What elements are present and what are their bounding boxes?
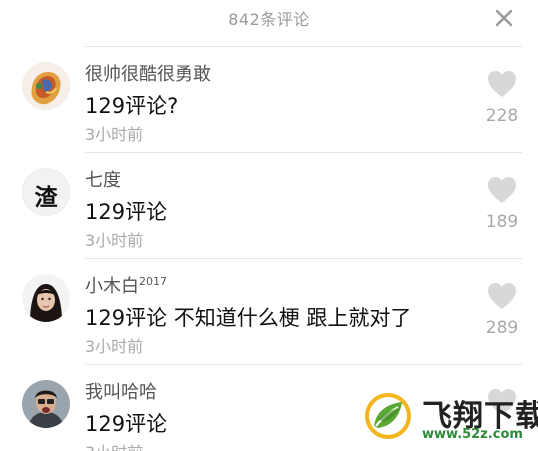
leaf-logo-icon: [365, 393, 411, 439]
avatar[interactable]: 渣: [22, 168, 70, 216]
comment-item: 小木白2017 129评论 不知道什么梗 跟上就对了 3小时前 289: [0, 258, 538, 364]
timestamp: 3小时前: [85, 439, 143, 451]
avatar-colorful-portrait: [22, 62, 70, 110]
comment-text: 129评论: [85, 412, 168, 436]
like-button[interactable]: 189: [484, 176, 520, 232]
comments-sheet: 842条评论 很帅很酷很勇敢 129评论? 3小时前 228 渣 七度 129评…: [0, 0, 538, 451]
avatar[interactable]: [22, 380, 70, 428]
avatar[interactable]: [22, 274, 70, 322]
username[interactable]: 七度: [85, 166, 121, 192]
username[interactable]: 很帅很酷很勇敢: [85, 60, 211, 86]
timestamp: 3小时前: [85, 337, 144, 356]
heart-icon: [488, 283, 516, 309]
comment-text: 129评论: [85, 200, 168, 224]
comments-header: 842条评论: [0, 0, 538, 38]
heart-icon: [488, 177, 516, 203]
avatar-boy-photo: [22, 380, 70, 428]
comment-count-title: 842条评论: [228, 10, 310, 29]
timestamp: 3小时前: [85, 125, 144, 144]
like-count: 289: [485, 318, 519, 338]
divider: [85, 152, 522, 153]
username-superscript: 2017: [139, 275, 167, 288]
like-button[interactable]: 289: [484, 282, 520, 338]
like-count: 189: [485, 212, 519, 232]
watermark-url: www.52z.com: [422, 427, 523, 442]
divider: [85, 46, 522, 47]
avatar-text: 渣: [34, 185, 58, 211]
heart-icon: [488, 71, 516, 97]
username-text: 小木白: [85, 276, 139, 297]
comment-item: 渣 七度 129评论 3小时前 189: [0, 152, 538, 258]
comment-text: 129评论?: [85, 94, 179, 118]
avatar-girl-photo: [22, 274, 70, 322]
close-button[interactable]: [492, 6, 516, 30]
username[interactable]: 小木白2017: [85, 272, 167, 298]
divider: [85, 258, 522, 259]
avatar[interactable]: [22, 62, 70, 110]
like-button[interactable]: 228: [484, 70, 520, 126]
timestamp: 3小时前: [85, 231, 144, 250]
divider: [85, 364, 522, 365]
username[interactable]: 我叫哈哈: [85, 378, 157, 404]
close-icon: [495, 9, 513, 27]
like-count: 228: [485, 106, 519, 126]
watermark: 飞翔下载 www.52z.com: [362, 385, 538, 451]
comment-item: 很帅很酷很勇敢 129评论? 3小时前 228: [0, 46, 538, 152]
comment-text: 129评论 不知道什么梗 跟上就对了: [85, 306, 412, 330]
